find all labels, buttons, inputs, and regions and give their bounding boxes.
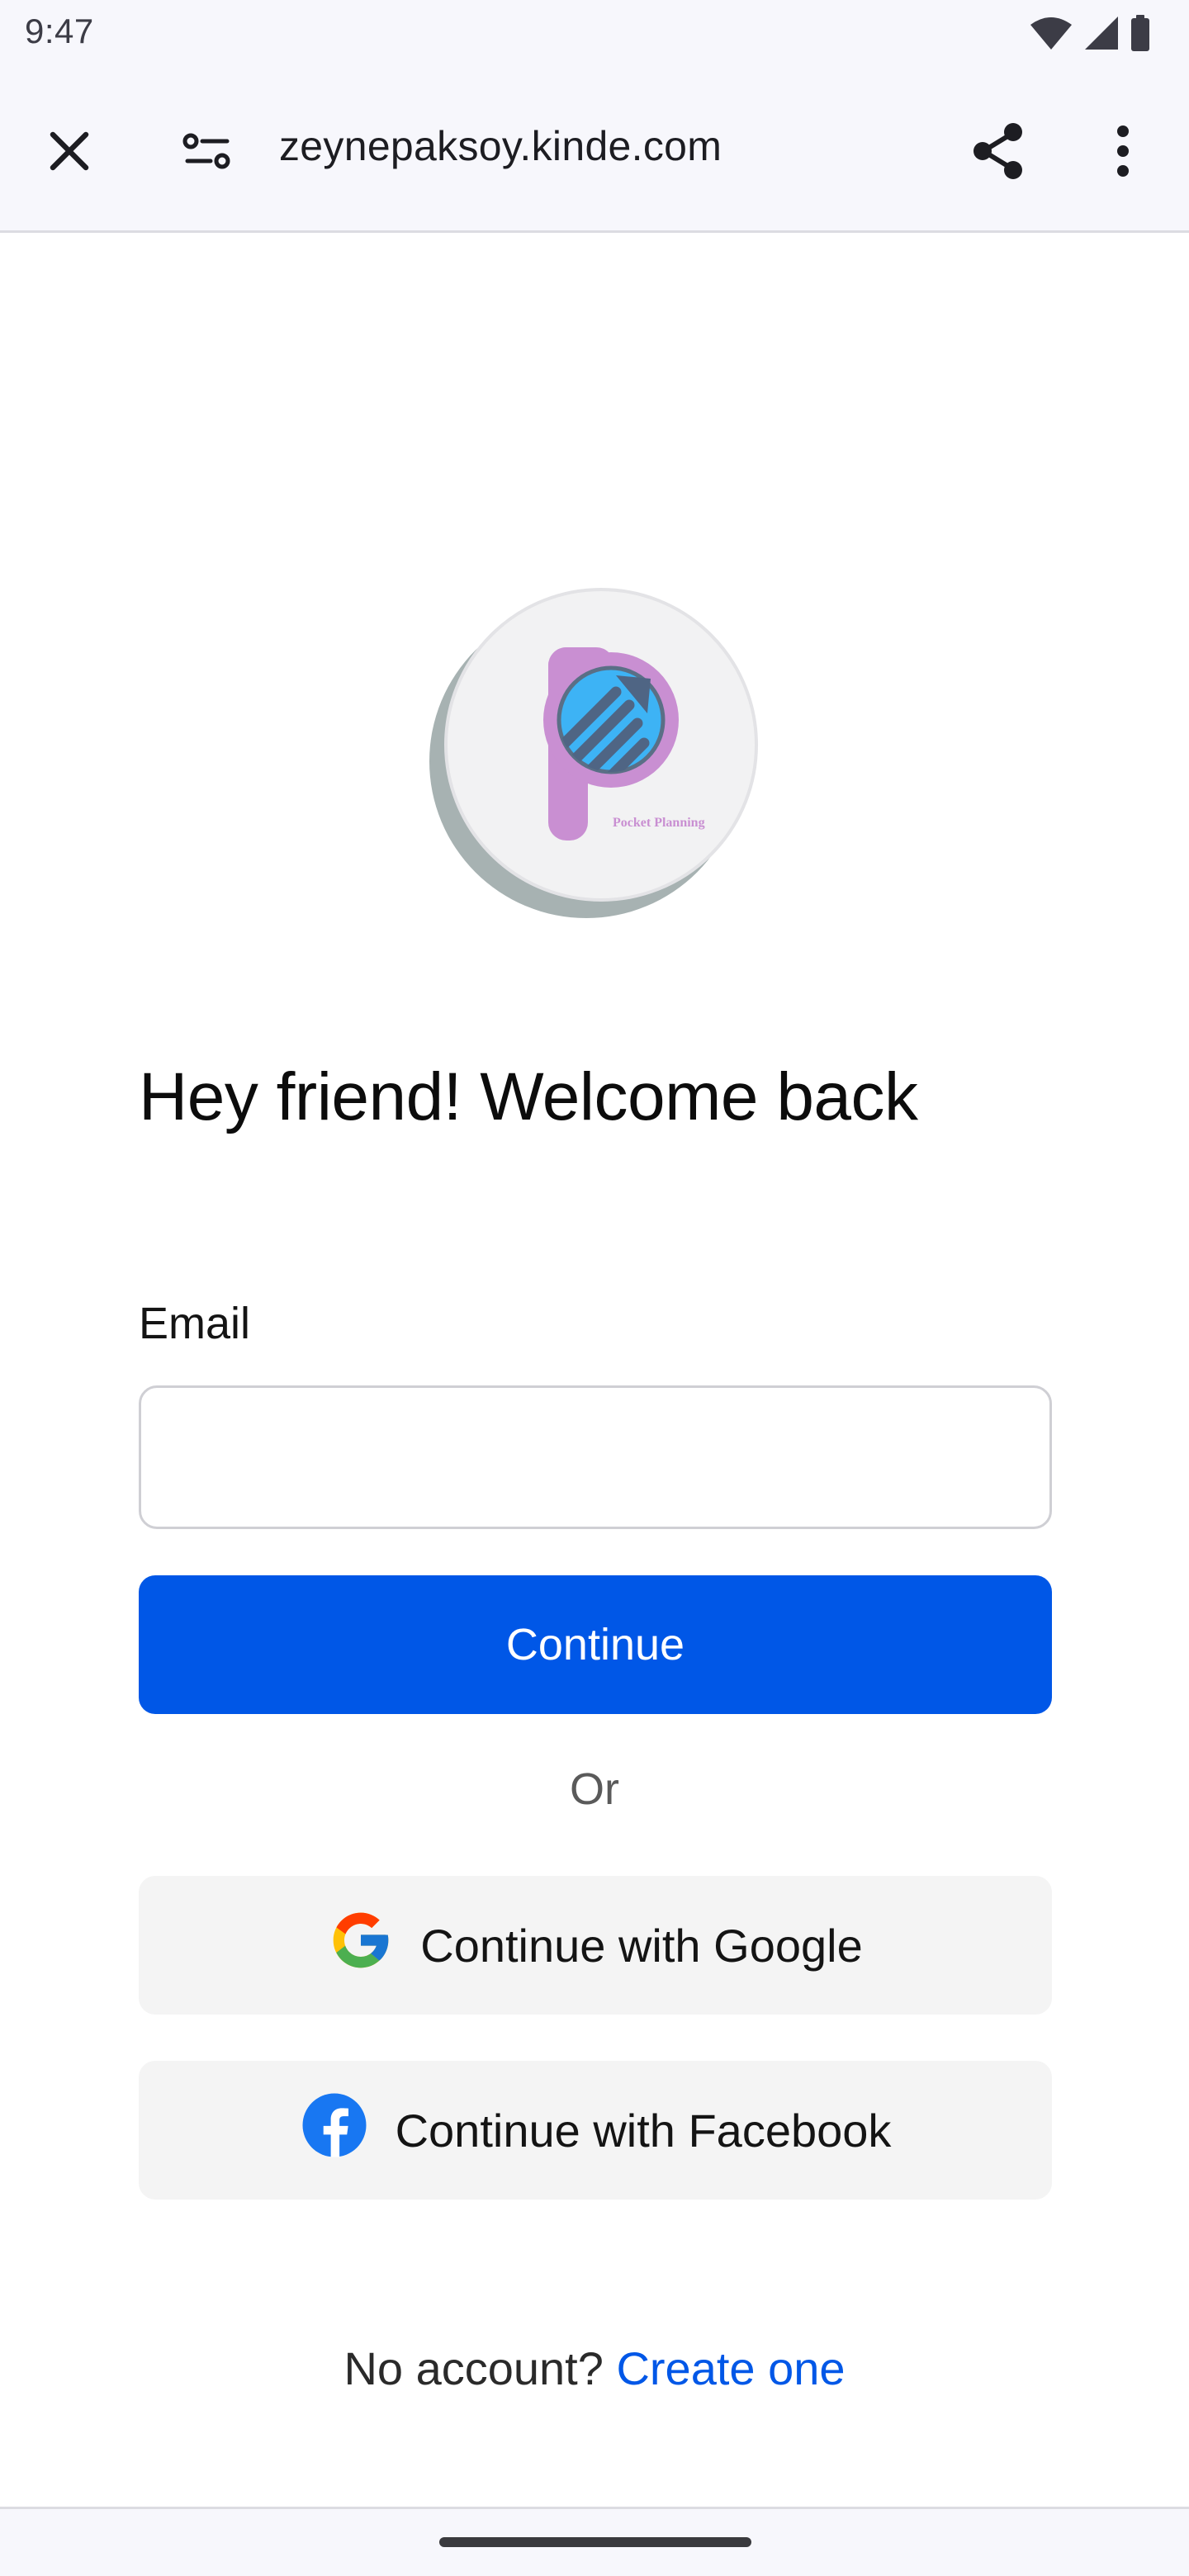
continue-button[interactable]: Continue bbox=[139, 1575, 1052, 1714]
gesture-bar bbox=[0, 2507, 1189, 2576]
site-settings-icon bbox=[182, 130, 232, 177]
email-field[interactable] bbox=[139, 1385, 1052, 1529]
continue-button-label: Continue bbox=[505, 1620, 685, 1669]
email-label: Email bbox=[139, 1299, 251, 1348]
url-text[interactable]: zeynepaksoy.kinde.com bbox=[279, 122, 722, 170]
continue-with-google-button[interactable]: Continue with Google bbox=[139, 1876, 1052, 2015]
status-time: 9:47 bbox=[25, 12, 94, 50]
divider-or: Or bbox=[570, 1764, 619, 1814]
close-icon bbox=[46, 128, 92, 178]
more-vert-icon bbox=[1115, 125, 1131, 182]
facebook-icon bbox=[300, 2091, 369, 2171]
site-settings-button[interactable] bbox=[162, 107, 253, 198]
wifi-icon bbox=[1029, 15, 1073, 55]
status-bar: 9:47 bbox=[0, 0, 1189, 76]
battery-icon bbox=[1130, 14, 1151, 55]
app-logo: Pocket Planning bbox=[424, 583, 765, 923]
browser-toolbar: zeynepaksoy.kinde.com bbox=[0, 76, 1189, 233]
google-icon bbox=[328, 1907, 394, 1984]
continue-with-facebook-button[interactable]: Continue with Facebook bbox=[139, 2061, 1052, 2200]
create-account-link[interactable]: Create one bbox=[616, 2342, 845, 2394]
signup-prompt-text: No account? bbox=[343, 2342, 604, 2394]
page-title: Hey friend! Welcome back bbox=[139, 1059, 918, 1134]
status-icons bbox=[1029, 14, 1151, 55]
signup-prompt: No account? Create one bbox=[0, 2342, 1189, 2395]
google-button-label: Continue with Google bbox=[420, 1919, 863, 1972]
cellular-signal-icon bbox=[1083, 15, 1120, 55]
share-icon bbox=[970, 121, 1026, 185]
more-options-button[interactable] bbox=[1078, 107, 1168, 198]
facebook-button-label: Continue with Facebook bbox=[395, 2104, 892, 2157]
close-tab-button[interactable] bbox=[24, 107, 115, 198]
logo-caption: Pocket Planning bbox=[613, 816, 705, 830]
share-button[interactable] bbox=[953, 107, 1044, 198]
home-indicator[interactable] bbox=[439, 2537, 751, 2547]
